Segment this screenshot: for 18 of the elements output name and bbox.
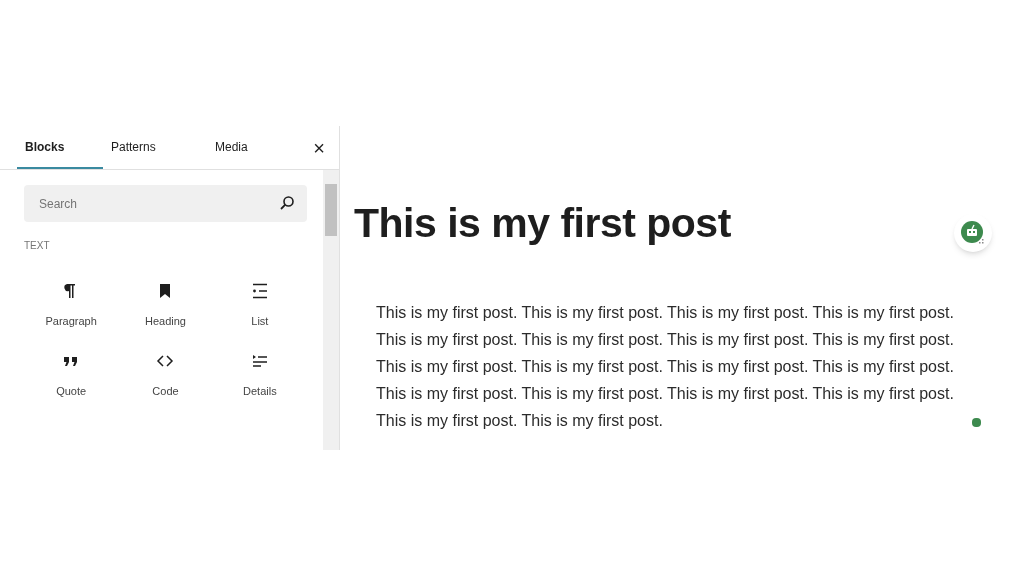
status-indicator: [972, 418, 981, 427]
block-item[interactable]: List: [212, 281, 307, 330]
block-item[interactable]: Details: [212, 350, 307, 399]
block-item[interactable]: Quote: [24, 350, 119, 399]
search-icon: [279, 195, 295, 211]
scrollbar[interactable]: [323, 170, 339, 450]
assistant-icon[interactable]: [954, 214, 992, 252]
block-item[interactable]: Code: [118, 350, 213, 399]
tab[interactable]: Media: [207, 126, 291, 169]
tab[interactable]: Patterns: [103, 126, 207, 169]
block-item[interactable]: Paragraph: [24, 281, 119, 330]
tab[interactable]: Blocks: [17, 126, 103, 169]
block-item[interactable]: Heading: [118, 281, 213, 330]
close-button[interactable]: ×: [313, 126, 325, 169]
post-paragraph[interactable]: This is my first post. This is my first post. This is my first post. This is my first post. This is my first post. This is my first post. This is my first post. This is my first post. This is my first post. This is my first post. This is my first post. This is my first post. This is my first post. This is my first post. This is my first post. This is my first post. This is my first post. This is my first post.: [376, 299, 962, 434]
search-field[interactable]: Search: [24, 185, 307, 222]
category-label: TEXT: [24, 239, 51, 253]
post-title[interactable]: This is my first post: [354, 198, 1024, 248]
